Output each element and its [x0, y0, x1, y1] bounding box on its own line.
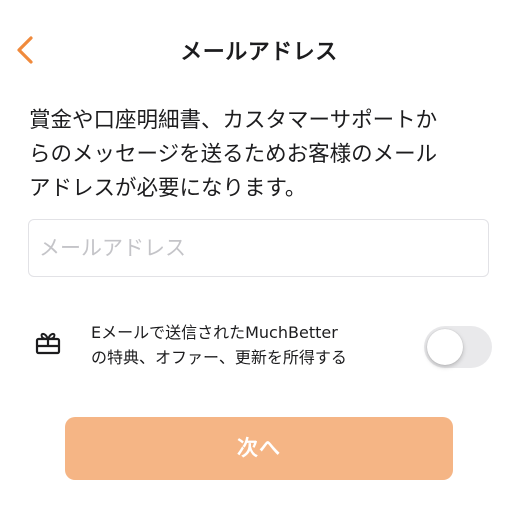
page-title: メールアドレス	[180, 40, 338, 65]
email-field[interactable]	[28, 219, 489, 277]
promo-optin-line: の特典、オファー、更新を所得する	[91, 348, 347, 367]
promo-optin-label: Eメールで送信されたMuchBetter の特典、オファー、更新を所得する	[91, 320, 421, 370]
promo-optin-line: Eメールで送信されたMuchBetter	[91, 323, 338, 342]
gift-icon	[34, 329, 62, 357]
promo-optin-toggle[interactable]	[424, 326, 492, 368]
next-button[interactable]: 次へ	[65, 417, 453, 480]
toggle-knob	[427, 329, 463, 365]
promo-optin-row: Eメールで送信されたMuchBetter の特典、オファー、更新を所得する	[28, 320, 498, 376]
description-line: アドレスが必要になります。	[29, 176, 307, 201]
description-line: 賞金や口座明細書、カスタマーサポートか	[29, 108, 438, 133]
description-text: 賞金や口座明細書、カスタマーサポートか らのメッセージを送るためお客様のメール …	[29, 104, 499, 206]
nav-header: メールアドレス	[0, 22, 518, 78]
email-input[interactable]	[29, 220, 488, 276]
description-line: らのメッセージを送るためお客様のメール	[29, 142, 438, 167]
